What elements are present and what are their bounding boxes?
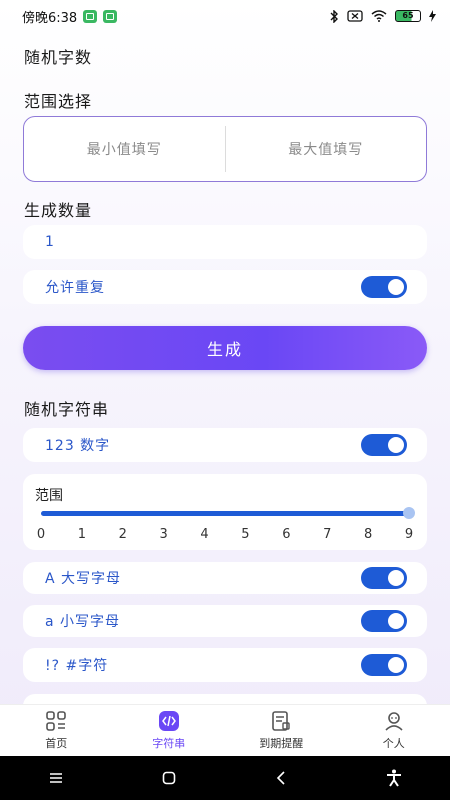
nav-string-label: 字符串 [152, 737, 186, 750]
menu-icon[interactable] [36, 763, 76, 793]
option-digits-label: 123 数字 [45, 438, 111, 454]
count-value: 1 [45, 234, 54, 250]
clock: 傍晚6:38 [22, 10, 78, 26]
option-uppercase-toggle[interactable] [361, 567, 407, 589]
nav-profile-label: 个人 [382, 737, 405, 750]
bluetooth-icon [329, 9, 339, 23]
back-icon[interactable] [261, 763, 301, 793]
allow-repeat-row: 允许重复 [23, 270, 427, 304]
system-navigation-bar [0, 756, 450, 800]
slider-title: 范围 [35, 488, 63, 504]
code-icon [158, 710, 180, 732]
slider-tick-label: 8 [363, 527, 373, 542]
nav-reminder-label: 到期提醒 [259, 737, 304, 750]
range-input-group: 最小值填写 最大值填写 [23, 116, 427, 182]
accessibility-icon[interactable] [374, 763, 414, 793]
slider-tick-label: 3 [159, 527, 168, 542]
status-right: 65 [329, 9, 436, 23]
battery-icon: 65 [395, 10, 421, 22]
slider-ticks: 0 1 2 3 4 5 6 7 8 9 [23, 527, 427, 543]
battery-level: 65 [402, 11, 414, 20]
random-string-title: 随机字符串 [24, 400, 110, 419]
status-left: 傍晚6:38 [22, 7, 118, 26]
range-slider-card: 范围 0 1 2 3 4 5 6 7 8 9 [23, 474, 427, 550]
slider-thumb[interactable] [403, 507, 415, 519]
option-lowercase-row: a 小写字母 [23, 605, 427, 637]
random-number-title: 随机字数 [24, 48, 93, 67]
min-value-field[interactable]: 最小值填写 [24, 139, 225, 159]
no-sim-icon [347, 10, 363, 22]
person-icon [383, 710, 405, 732]
option-digits-toggle[interactable] [361, 434, 407, 456]
nav-reminder[interactable]: 到期提醒 [236, 710, 326, 751]
allow-repeat-toggle[interactable] [361, 276, 407, 298]
slider-tick-label: 0 [36, 527, 46, 542]
option-uppercase-row: A 大写字母 [23, 562, 427, 594]
slider-tick-label: 9 [404, 527, 414, 542]
generate-button[interactable]: 生成 [23, 326, 427, 370]
count-input[interactable]: 1 [23, 225, 427, 259]
range-title: 范围选择 [24, 92, 93, 111]
slider-tick-label: 2 [118, 527, 127, 542]
wifi-icon [371, 10, 387, 22]
option-digits-row: 123 数字 [23, 428, 427, 462]
nav-home[interactable]: 首页 [11, 710, 101, 751]
slider-tick-label: 6 [282, 527, 291, 542]
app-notification-icon [83, 9, 98, 23]
grid-icon [45, 710, 67, 732]
slider-tick-label: 4 [200, 527, 209, 542]
slider-tick-label: 7 [323, 527, 332, 542]
allow-repeat-label: 允许重复 [45, 280, 105, 296]
status-bar: 傍晚6:38 65 [0, 0, 450, 32]
nav-string[interactable]: 字符串 [124, 710, 214, 751]
option-symbols-row: !? #字符 [23, 648, 427, 682]
max-value-field[interactable]: 最大值填写 [226, 139, 427, 159]
bottom-navigation: 首页 字符串 到期提醒 个人 [0, 704, 450, 756]
slider-tick-label: 1 [77, 527, 87, 542]
option-lowercase-label: a 小写字母 [45, 614, 121, 630]
slider-tick-label: 5 [241, 527, 250, 542]
nav-profile[interactable]: 个人 [349, 710, 439, 751]
slider-track[interactable] [41, 511, 411, 516]
option-uppercase-label: A 大写字母 [45, 571, 122, 587]
document-icon [270, 710, 292, 732]
option-lowercase-toggle[interactable] [361, 610, 407, 632]
option-symbols-label: !? #字符 [45, 658, 109, 674]
count-title: 生成数量 [24, 201, 93, 220]
home-icon[interactable] [149, 763, 189, 793]
nav-home-label: 首页 [45, 737, 68, 750]
app-notification-icon [103, 9, 118, 23]
option-symbols-toggle[interactable] [361, 654, 407, 676]
charging-icon [429, 10, 436, 22]
